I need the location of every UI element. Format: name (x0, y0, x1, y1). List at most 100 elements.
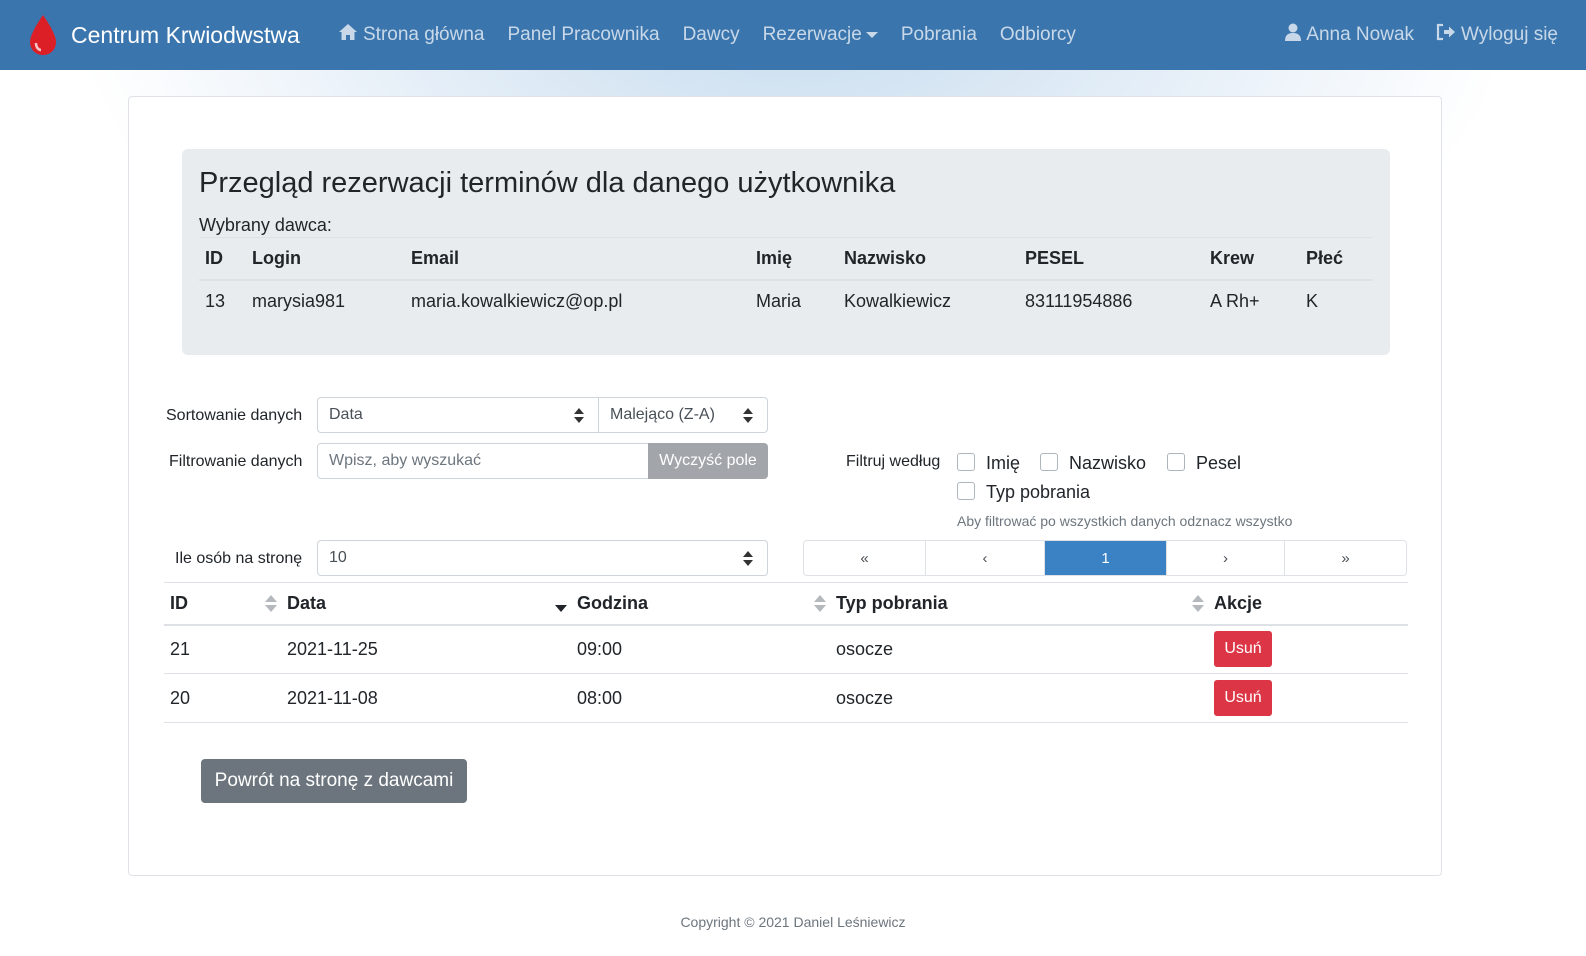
nav-right: Anna Nowak Wyloguj się (1263, 0, 1558, 70)
filter-firstname-label: Imię (986, 453, 1021, 473)
filter-collection-type-label: Typ pobrania (986, 482, 1091, 502)
page-prev-button[interactable]: ‹ (926, 541, 1045, 575)
donor-table-header: ID Login Email Imię Nazwisko PESEL Krew … (199, 237, 1373, 281)
donor-col-header: Krew (1204, 237, 1300, 281)
donor-row: 13 marysia981 maria.kowalkiewicz@op.pl M… (199, 280, 1373, 322)
donor-summary-panel: Przegląd rezerwacji terminów dla danego … (182, 149, 1390, 355)
filter-search-input[interactable] (317, 443, 649, 479)
page-current-button[interactable]: 1 (1045, 541, 1167, 575)
user-icon (1285, 23, 1306, 47)
col-header-collection-type-label: Typ pobrania (836, 592, 948, 613)
reservation-actions: Usuń (1208, 624, 1408, 674)
donor-col-header: Login (246, 237, 405, 281)
filter-firstname-checkbox[interactable] (957, 453, 975, 471)
nav-user-name: Anna Nowak (1306, 24, 1415, 45)
brand-link[interactable]: Centrum Krwiodwstwa (28, 0, 300, 70)
col-header-time-label: Godzina (577, 592, 648, 613)
col-header-date[interactable]: Data (281, 582, 571, 626)
per-page-label: Ile osób na stronę (175, 550, 303, 567)
filter-lastname-checkbox[interactable] (1040, 453, 1058, 471)
per-page-value: 10 (329, 549, 347, 566)
reservation-type: osocze (830, 673, 1208, 723)
delete-button[interactable]: Usuń (1214, 631, 1272, 668)
nav-logout-label: Wyloguj się (1461, 24, 1558, 45)
donor-email: maria.kowalkiewicz@op.pl (411, 290, 623, 311)
donor-id: 13 (205, 290, 226, 311)
pagination: « ‹ 1 › » (803, 540, 1407, 576)
col-header-id-label: ID (170, 592, 188, 613)
reservations-table: ID Data Godzina Typ pobrania Akcje 21 20… (164, 582, 1408, 723)
clear-filter-button[interactable]: Wyczyść pole (648, 443, 768, 479)
filter-pesel-checkbox[interactable] (1167, 453, 1185, 471)
filter-lastname-label: Nazwisko (1069, 453, 1147, 473)
donor-pesel: 83111954886 (1025, 290, 1133, 311)
page-next-button[interactable]: › (1167, 541, 1285, 575)
main-card: Przegląd rezerwacji terminów dla danego … (128, 96, 1442, 876)
donor-sex: K (1306, 290, 1319, 311)
caret-down-icon (865, 32, 878, 38)
nav-reservations-dropdown[interactable]: Rezerwacje (763, 24, 878, 46)
select-arrows-icon (574, 408, 584, 424)
nav-links: Strona główna Panel Pracownika Dawcy Rez… (338, 0, 1099, 70)
sort-desc-icon (555, 595, 567, 613)
sort-field-select[interactable]: Data (317, 397, 599, 433)
back-to-donors-button[interactable]: Powrót na stronę z dawcami (201, 759, 467, 803)
sort-label: Sortowanie danych (166, 407, 303, 424)
filter-pesel-label: Pesel (1196, 453, 1242, 473)
col-header-actions: Akcje (1208, 582, 1408, 626)
donor-last-name: Kowalkiewicz (844, 290, 952, 311)
donor-col-header: Nazwisko (838, 237, 1019, 281)
reservation-time: 08:00 (571, 673, 830, 723)
nav-reservations-label: Rezerwacje (762, 24, 862, 45)
nav-collections[interactable]: Pobrania (901, 24, 977, 46)
nav-logout[interactable]: Wyloguj się (1436, 23, 1558, 47)
per-page-select[interactable]: 10 (317, 540, 768, 576)
donor-col-header: Email (405, 237, 750, 281)
nav-donors[interactable]: Dawcy (683, 24, 740, 46)
donor-table: ID Login Email Imię Nazwisko PESEL Krew … (199, 237, 1373, 322)
reservation-type: osocze (830, 624, 1208, 674)
home-icon (338, 23, 363, 47)
page-title: Przegląd rezerwacji terminów dla danego … (199, 167, 896, 199)
col-header-time[interactable]: Godzina (571, 582, 830, 626)
donor-col-header: Płeć (1300, 237, 1373, 281)
col-header-id[interactable]: ID (164, 582, 281, 626)
reservation-date: 2021-11-25 (281, 624, 571, 674)
nav-home-label: Strona główna (363, 24, 485, 45)
page-first-button[interactable]: « (804, 541, 926, 575)
sort-icon (265, 595, 277, 613)
filter-label: Filtrowanie danych (169, 453, 303, 470)
navbar: Centrum Krwiodwstwa Strona główna Panel … (0, 0, 1586, 70)
nav-home[interactable]: Strona główna (338, 23, 484, 47)
donor-blood-type: A Rh+ (1210, 290, 1260, 311)
sign-out-icon (1436, 23, 1461, 47)
reservations-header: ID Data Godzina Typ pobrania Akcje (164, 582, 1408, 626)
page-last-button[interactable]: » (1285, 541, 1406, 575)
blood-drop-icon (28, 13, 58, 57)
donor-col-header: Imię (750, 237, 838, 281)
col-header-collection-type[interactable]: Typ pobrania (830, 582, 1208, 626)
sort-order-value: Malejąco (Z-A) (610, 406, 715, 423)
donor-col-header: ID (199, 237, 246, 281)
reservation-time: 09:00 (571, 624, 830, 674)
reservation-id: 21 (164, 624, 281, 674)
selected-donor-label: Wybrany dawca: (199, 215, 332, 235)
delete-button[interactable]: Usuń (1214, 680, 1272, 716)
reservation-id: 20 (164, 673, 281, 723)
sort-field-value: Data (329, 406, 363, 423)
reservation-actions: Usuń (1208, 673, 1408, 723)
donor-col-header: PESEL (1019, 237, 1204, 281)
brand-name: Centrum Krwiodwstwa (71, 21, 300, 48)
sort-order-select[interactable]: Malejąco (Z-A) (598, 397, 768, 433)
sort-icon (814, 595, 826, 613)
select-arrows-icon (743, 408, 753, 424)
select-arrows-icon (743, 551, 753, 567)
table-row: 21 2021-11-25 09:00 osocze Usuń (164, 624, 1408, 674)
filter-hint: Aby filtrować po wszystkich danych odzna… (957, 513, 1293, 529)
nav-employee-panel[interactable]: Panel Pracownika (507, 24, 659, 46)
sort-icon (1192, 595, 1204, 613)
footer-copyright: Copyright © 2021 Daniel Leśniewicz (680, 914, 906, 930)
nav-recipients[interactable]: Odbiorcy (1000, 24, 1076, 46)
nav-user[interactable]: Anna Nowak (1285, 23, 1414, 47)
filter-collection-type-checkbox[interactable] (957, 482, 975, 500)
